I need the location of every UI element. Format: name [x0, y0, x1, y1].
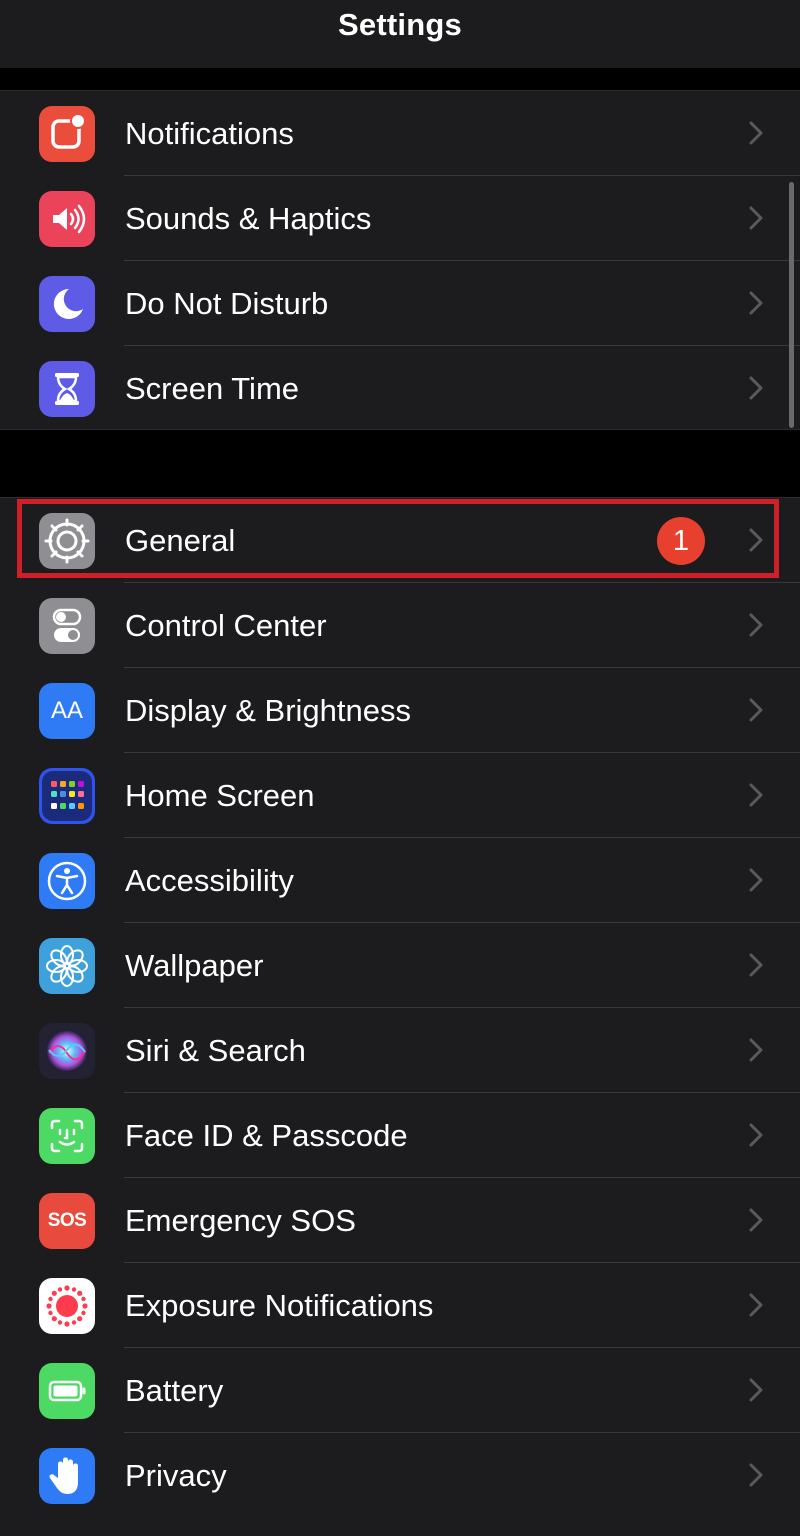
accessibility-icon	[39, 853, 95, 909]
row-label: Exposure Notifications	[125, 1287, 434, 1323]
row-label: Accessibility	[125, 862, 294, 898]
speaker-icon	[39, 191, 95, 247]
exposure-icon	[39, 1278, 95, 1334]
chevron-right-icon	[748, 526, 764, 554]
chevron-right-icon	[748, 1121, 764, 1149]
settings-row-control-center[interactable]: Control Center	[0, 583, 800, 668]
settings-row-home-screen[interactable]: Home Screen	[0, 753, 800, 838]
chevron-right-icon	[748, 1461, 764, 1489]
chevron-right-icon	[748, 1206, 764, 1234]
settings-row-notifications[interactable]: Notifications	[0, 91, 800, 176]
row-label: Emergency SOS	[125, 1202, 356, 1238]
settings-row-accessibility[interactable]: Accessibility	[0, 838, 800, 923]
row-label: Face ID & Passcode	[125, 1117, 408, 1153]
row-label: Control Center	[125, 607, 327, 643]
hand-icon	[39, 1448, 95, 1504]
chevron-right-icon	[748, 866, 764, 894]
page-title: Settings	[338, 7, 462, 42]
settings-screen: Settings Notifications Sounds & Haptics …	[0, 0, 800, 1536]
settings-row-screen-time[interactable]: Screen Time	[0, 346, 800, 431]
text-size-glyph: AA	[50, 697, 83, 724]
text-size-icon: AA	[39, 683, 95, 739]
row-label: Display & Brightness	[125, 692, 412, 728]
row-label: Screen Time	[125, 370, 300, 406]
hourglass-icon	[39, 361, 95, 417]
chevron-right-icon	[748, 289, 764, 317]
row-label: Do Not Disturb	[125, 285, 329, 321]
row-label: Home Screen	[125, 777, 315, 813]
battery-icon	[39, 1363, 95, 1419]
row-label: General	[125, 522, 236, 558]
scrollbar[interactable]	[789, 182, 794, 428]
moon-icon	[39, 276, 95, 332]
row-label: Wallpaper	[125, 947, 264, 983]
row-label: Siri & Search	[125, 1032, 306, 1068]
chevron-right-icon	[748, 611, 764, 639]
settings-row-face-id-passcode[interactable]: Face ID & Passcode	[0, 1093, 800, 1178]
chevron-right-icon	[748, 119, 764, 147]
chevron-right-icon	[748, 1376, 764, 1404]
settings-row-wallpaper[interactable]: Wallpaper	[0, 923, 800, 1008]
settings-row-battery[interactable]: Battery	[0, 1348, 800, 1433]
chevron-right-icon	[748, 781, 764, 809]
row-label: Notifications	[125, 115, 294, 151]
settings-row-general[interactable]: General 1	[0, 498, 800, 583]
row-label: Privacy	[125, 1457, 227, 1493]
gear-icon	[39, 513, 95, 569]
settings-group-2: General 1 Control Center AA Display & Br…	[0, 497, 800, 1536]
chevron-right-icon	[748, 951, 764, 979]
settings-row-emergency-sos[interactable]: SOS Emergency SOS	[0, 1178, 800, 1263]
sos-glyph: SOS	[47, 1210, 87, 1231]
sos-icon: SOS	[39, 1193, 95, 1249]
siri-icon	[39, 1023, 95, 1079]
row-label: Sounds & Haptics	[125, 200, 372, 236]
toggles-icon	[39, 598, 95, 654]
settings-row-sounds-haptics[interactable]: Sounds & Haptics	[0, 176, 800, 261]
chevron-right-icon	[748, 1036, 764, 1064]
chevron-right-icon	[748, 1291, 764, 1319]
flower-icon	[39, 938, 95, 994]
settings-row-display-brightness[interactable]: AA Display & Brightness	[0, 668, 800, 753]
notification-badge: 1	[657, 517, 705, 565]
row-label: Battery	[125, 1372, 224, 1408]
notifications-icon	[39, 106, 95, 162]
settings-row-do-not-disturb[interactable]: Do Not Disturb	[0, 261, 800, 346]
navigation-bar: Settings	[0, 0, 800, 68]
chevron-right-icon	[748, 204, 764, 232]
settings-row-exposure-notifications[interactable]: Exposure Notifications	[0, 1263, 800, 1348]
settings-row-privacy[interactable]: Privacy	[0, 1433, 800, 1518]
face-id-icon	[39, 1108, 95, 1164]
settings-group-1: Notifications Sounds & Haptics Do Not Di…	[0, 90, 800, 430]
chevron-right-icon	[748, 374, 764, 402]
chevron-right-icon	[748, 696, 764, 724]
app-grid-icon	[39, 768, 95, 824]
settings-row-siri-search[interactable]: Siri & Search	[0, 1008, 800, 1093]
